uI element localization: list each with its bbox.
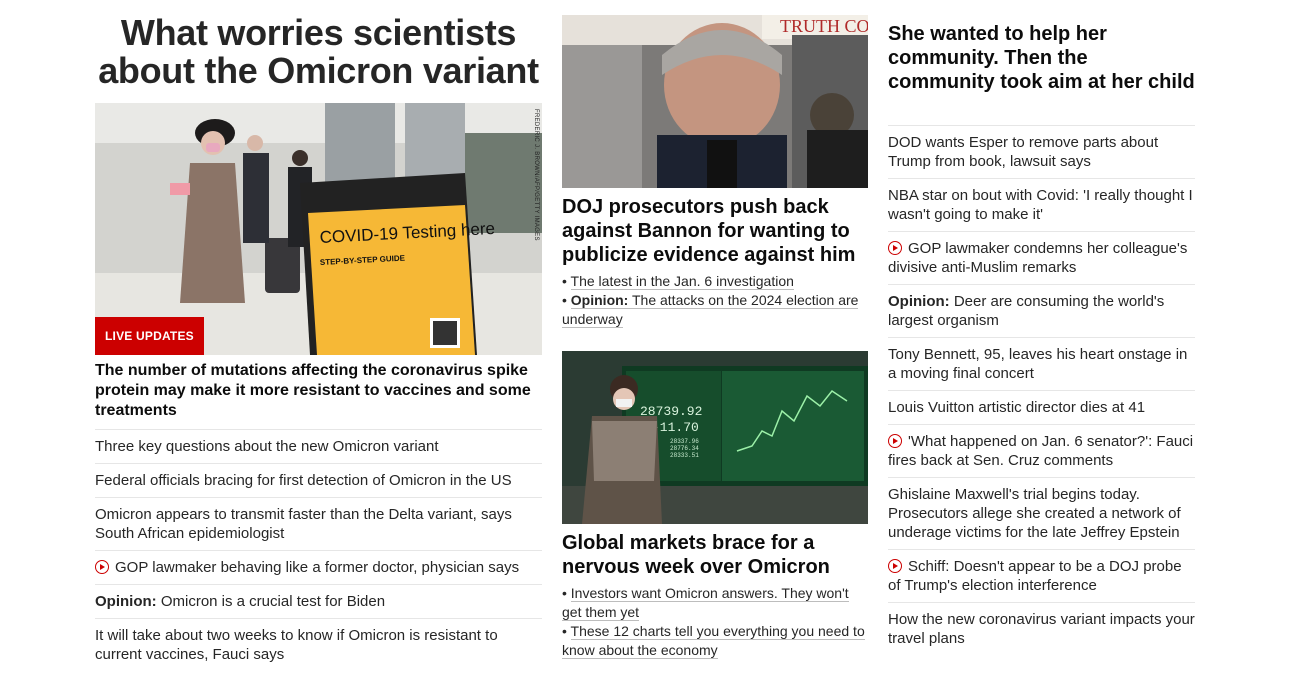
video-play-icon [888, 434, 902, 448]
list-item[interactable]: Opinion: The attacks on the 2024 electio… [562, 291, 868, 329]
list-item[interactable]: Tony Bennett, 95, leaves his heart onsta… [888, 337, 1195, 390]
bannon-related-list: The latest in the Jan. 6 investigation O… [562, 272, 868, 329]
list-item[interactable]: Federal officials bracing for first dete… [95, 463, 542, 497]
list-item[interactable]: Schiff: Doesn't appear to be a DOJ probe… [888, 549, 1195, 602]
related-stories-list: Three key questions about the new Omicro… [95, 429, 542, 671]
video-play-icon [888, 559, 902, 573]
video-play-icon [95, 560, 109, 574]
photo-credit: FREDERIC J. BROWN/AFP/GETTY IMAGES [533, 109, 539, 241]
bannon-photo: TRUTH CO [562, 15, 868, 188]
board-small: 28776.34 [670, 445, 699, 452]
live-updates-badge[interactable]: LIVE UPDATES [95, 317, 204, 355]
list-item[interactable]: DOD wants Esper to remove parts about Tr… [888, 125, 1195, 178]
board-change: -11.70 [652, 420, 699, 435]
board-small: 28333.51 [670, 452, 699, 459]
sign-text: TRUTH CO [780, 16, 868, 36]
list-item[interactable]: It will take about two weeks to know if … [95, 618, 542, 671]
list-item[interactable]: How the new coronavirus variant impacts … [888, 602, 1195, 655]
opinion-label: Opinion: [888, 293, 950, 310]
list-item[interactable]: Omicron appears to transmit faster than … [95, 497, 542, 550]
video-play-icon [888, 241, 902, 255]
headlines-list: DOD wants Esper to remove parts about Tr… [888, 125, 1195, 655]
list-item[interactable]: Opinion: Deer are consuming the world's … [888, 284, 1195, 337]
bannon-headline-link[interactable]: DOJ prosecutors push back against Bannon… [562, 195, 868, 267]
lead-headline[interactable]: What worries scientists about the Omicro… [95, 14, 542, 90]
markets-related-list: Investors want Omicron answers. They won… [562, 584, 868, 660]
markets-image[interactable]: 28739.92 -11.70 28337.96 28776.34 28333.… [562, 351, 868, 524]
hero-headline-link[interactable]: The number of mutations affecting the co… [95, 361, 542, 421]
bannon-image[interactable]: TRUTH CO [562, 15, 868, 188]
list-item[interactable]: Opinion: Omicron is a crucial test for B… [95, 584, 542, 618]
stock-board-photo: 28739.92 -11.70 28337.96 28776.34 28333.… [562, 351, 868, 524]
list-item[interactable]: Ghislaine Maxwell's trial begins today. … [888, 477, 1195, 549]
list-item[interactable]: GOP lawmaker behaving like a former doct… [95, 550, 542, 584]
community-headline-link[interactable]: She wanted to help her community. Then t… [888, 22, 1195, 94]
hero-image[interactable]: COVID-19 Testing here STEP-BY-STEP GUIDE… [95, 103, 542, 355]
board-small: 28337.96 [670, 438, 699, 445]
list-item[interactable]: Louis Vuitton artistic director dies at … [888, 390, 1195, 424]
list-item[interactable]: Three key questions about the new Omicro… [95, 429, 542, 463]
list-item[interactable]: These 12 charts tell you everything you … [562, 622, 868, 660]
list-item[interactable]: 'What happened on Jan. 6 senator?': Fauc… [888, 424, 1195, 477]
list-item[interactable]: GOP lawmaker condemns her colleague's di… [888, 231, 1195, 284]
opinion-label: Opinion: [95, 593, 157, 610]
markets-headline-link[interactable]: Global markets brace for a nervous week … [562, 531, 868, 579]
list-item[interactable]: The latest in the Jan. 6 investigation [562, 272, 868, 291]
list-item[interactable]: NBA star on bout with Covid: 'I really t… [888, 178, 1195, 231]
opinion-label: Opinion: [570, 292, 629, 308]
list-item[interactable]: Investors want Omicron answers. They won… [562, 584, 868, 622]
